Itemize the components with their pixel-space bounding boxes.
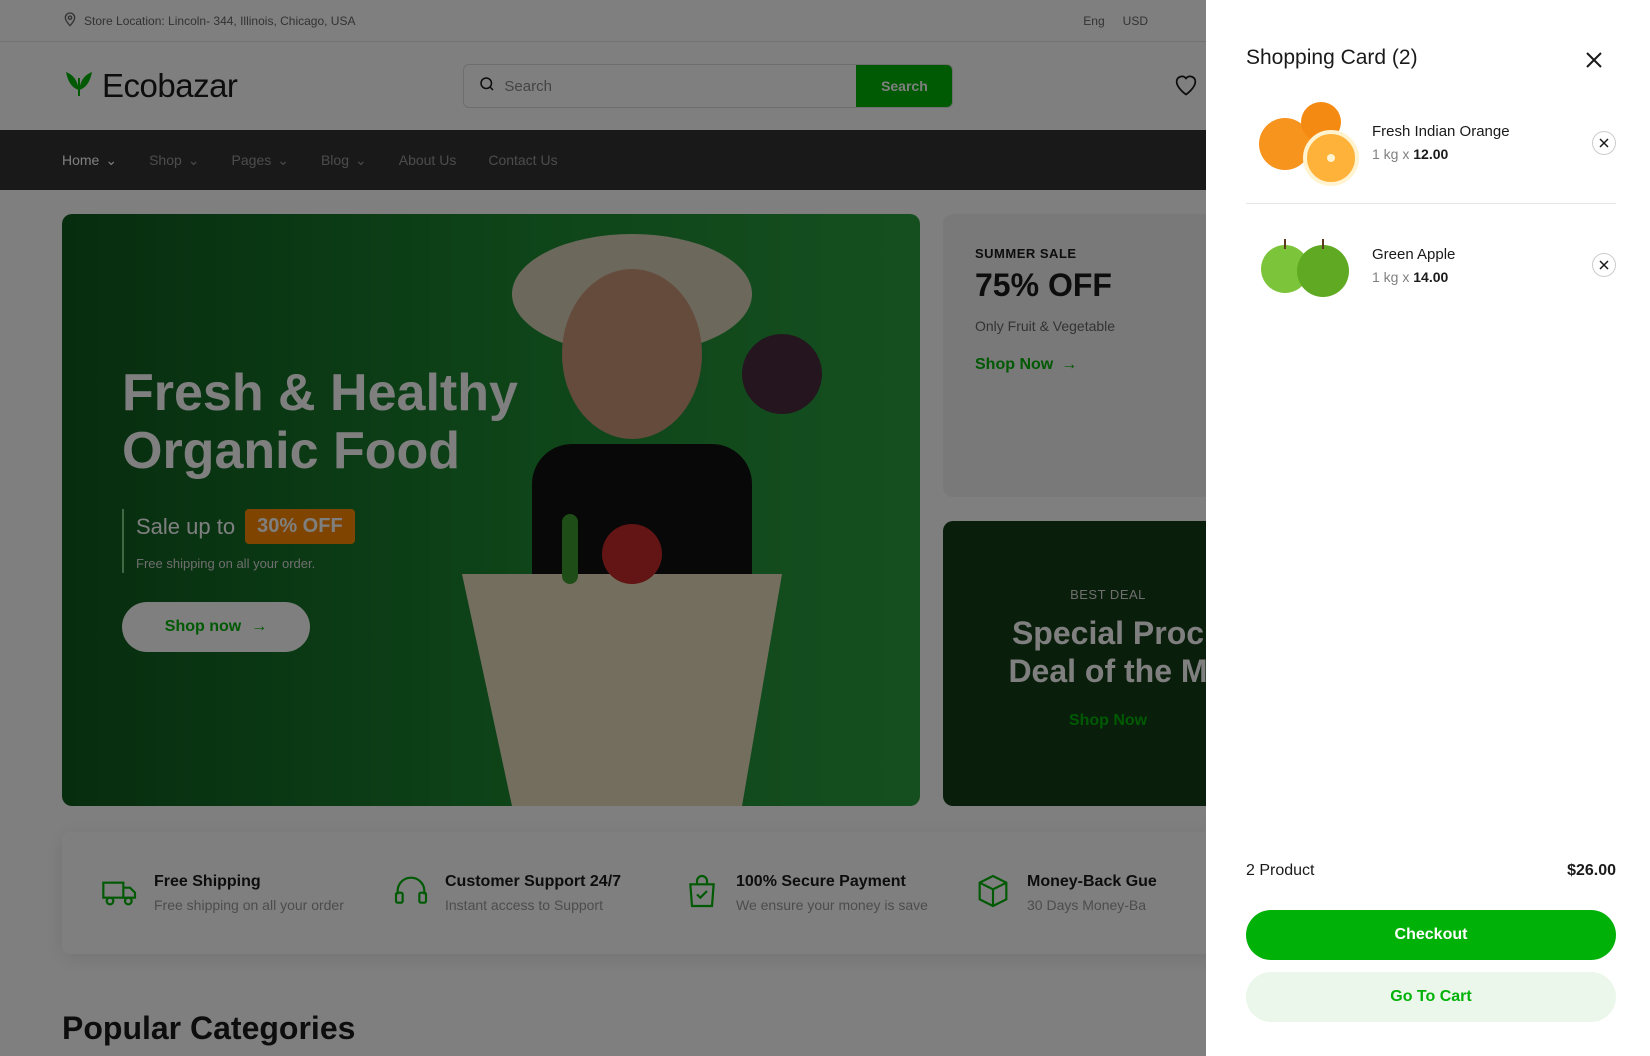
shopping-cart-drawer: Shopping Card (2) Fresh Indian Orange 1 … bbox=[1206, 0, 1650, 1056]
product-count: 2 Product bbox=[1246, 862, 1315, 879]
remove-item-button[interactable] bbox=[1592, 130, 1616, 155]
orange-image bbox=[1246, 93, 1366, 193]
checkout-button[interactable]: Checkout bbox=[1246, 910, 1616, 960]
close-icon[interactable] bbox=[1582, 48, 1606, 72]
cart-item-qty: 1 kg x 14.00 bbox=[1372, 268, 1449, 285]
cart-title: Shopping Card (2) bbox=[1246, 46, 1418, 69]
cart-item-name: Green Apple bbox=[1372, 245, 1456, 263]
cart-item-name: Fresh Indian Orange bbox=[1372, 123, 1510, 140]
go-to-cart-button[interactable]: Go To Cart bbox=[1246, 972, 1616, 1022]
remove-item-button[interactable] bbox=[1592, 253, 1616, 277]
cart-item: Green Apple 1 kg x 14.00 bbox=[1246, 204, 1616, 326]
cart-item-price: 12.00 bbox=[1413, 146, 1449, 162]
cart-total: $26.00 bbox=[1567, 862, 1616, 879]
cart-item-qty: 1 kg x 12.00 bbox=[1372, 146, 1449, 162]
green-apple-image bbox=[1246, 215, 1366, 315]
cart-item: Fresh Indian Orange 1 kg x 12.00 bbox=[1246, 82, 1616, 204]
cart-summary: 2 Product $26.00 bbox=[1246, 862, 1616, 880]
cart-item-price: 14.00 bbox=[1413, 268, 1449, 285]
